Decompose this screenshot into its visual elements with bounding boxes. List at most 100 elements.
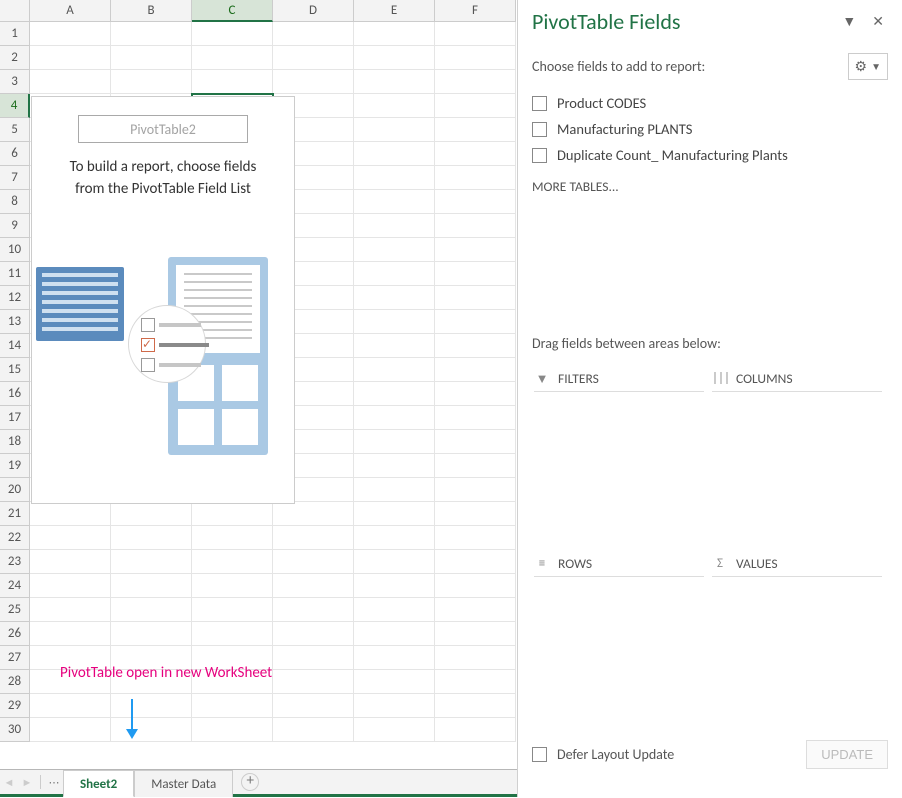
row-header-26[interactable]: 26 (0, 622, 30, 646)
row-header-24[interactable]: 24 (0, 574, 30, 598)
cell[interactable] (273, 502, 354, 526)
cell[interactable] (354, 574, 435, 598)
pivottable-placeholder[interactable]: PivotTable2 To build a report, choose fi… (31, 96, 295, 504)
cell[interactable] (111, 718, 192, 742)
row-header-9[interactable]: 9 (0, 214, 30, 238)
col-header-E[interactable]: E (354, 0, 435, 22)
cell[interactable] (435, 406, 516, 430)
cell[interactable] (354, 286, 435, 310)
cell[interactable] (354, 406, 435, 430)
cell[interactable] (354, 694, 435, 718)
update-button[interactable]: UPDATE (806, 740, 888, 769)
cell[interactable] (192, 502, 273, 526)
row-header-16[interactable]: 16 (0, 382, 30, 406)
col-header-D[interactable]: D (273, 0, 354, 22)
cell[interactable] (435, 190, 516, 214)
cell[interactable] (435, 574, 516, 598)
cell[interactable] (273, 622, 354, 646)
cell[interactable] (111, 622, 192, 646)
cell[interactable] (354, 358, 435, 382)
rows-area[interactable]: ≡ ROWS (532, 549, 710, 734)
cell[interactable] (435, 622, 516, 646)
row-header-8[interactable]: 8 (0, 190, 30, 214)
row-header-10[interactable]: 10 (0, 238, 30, 262)
checkbox-icon[interactable] (532, 122, 547, 137)
row-header-4[interactable]: 4 (0, 94, 30, 118)
row-header-14[interactable]: 14 (0, 334, 30, 358)
cell[interactable] (273, 646, 354, 670)
cell[interactable] (192, 574, 273, 598)
cell[interactable] (354, 502, 435, 526)
col-header-C[interactable]: C (192, 0, 273, 22)
col-header-A[interactable]: A (30, 0, 111, 22)
cell[interactable] (111, 694, 192, 718)
cell[interactable] (435, 70, 516, 94)
row-header-27[interactable]: 27 (0, 646, 30, 670)
cell[interactable] (354, 526, 435, 550)
tab-scroll-first-icon[interactable]: ◄ (0, 776, 18, 789)
row-header-17[interactable]: 17 (0, 406, 30, 430)
cell[interactable] (111, 70, 192, 94)
row-header-15[interactable]: 15 (0, 358, 30, 382)
cell[interactable] (273, 718, 354, 742)
cell[interactable] (30, 622, 111, 646)
cell[interactable] (111, 574, 192, 598)
add-sheet-button[interactable]: + (241, 773, 259, 791)
cell[interactable] (30, 46, 111, 70)
cell[interactable] (435, 46, 516, 70)
field-duplicate-count[interactable]: Duplicate Count_ Manufacturing Plants (532, 146, 888, 164)
cell[interactable] (273, 22, 354, 46)
cell[interactable] (273, 574, 354, 598)
row-header-30[interactable]: 30 (0, 718, 30, 742)
cell[interactable] (273, 598, 354, 622)
row-header-13[interactable]: 13 (0, 310, 30, 334)
cell[interactable] (30, 574, 111, 598)
cell[interactable] (273, 46, 354, 70)
cell[interactable] (273, 70, 354, 94)
cell[interactable] (30, 22, 111, 46)
cell[interactable] (354, 622, 435, 646)
cell[interactable] (354, 718, 435, 742)
row-header-28[interactable]: 28 (0, 670, 30, 694)
cell[interactable] (192, 22, 273, 46)
checkbox-icon[interactable] (532, 148, 547, 163)
tab-scroll-prev-icon[interactable]: ► (18, 776, 36, 789)
tab-scroll-menu-icon[interactable]: ⋯ (45, 776, 63, 789)
cell[interactable] (354, 22, 435, 46)
cell[interactable] (435, 94, 516, 118)
cell[interactable] (354, 166, 435, 190)
cell[interactable] (435, 214, 516, 238)
row-header-22[interactable]: 22 (0, 526, 30, 550)
cell[interactable] (192, 526, 273, 550)
cell[interactable] (435, 718, 516, 742)
row-header-5[interactable]: 5 (0, 118, 30, 142)
cell[interactable] (273, 526, 354, 550)
field-list-options-button[interactable]: ⚙ ▼ (848, 53, 888, 80)
cell[interactable] (354, 334, 435, 358)
cell[interactable] (435, 694, 516, 718)
cell[interactable] (273, 694, 354, 718)
cell[interactable] (30, 70, 111, 94)
cell[interactable] (435, 142, 516, 166)
cell[interactable] (435, 670, 516, 694)
cell[interactable] (273, 550, 354, 574)
cell[interactable] (354, 190, 435, 214)
cell[interactable] (435, 598, 516, 622)
cell[interactable] (435, 286, 516, 310)
cell[interactable] (354, 94, 435, 118)
cell[interactable] (111, 526, 192, 550)
row-header-3[interactable]: 3 (0, 70, 30, 94)
values-area[interactable]: Σ VALUES (710, 549, 888, 734)
cell[interactable] (435, 358, 516, 382)
cell[interactable] (435, 478, 516, 502)
field-manufacturing-plants[interactable]: Manufacturing PLANTS (532, 120, 888, 138)
cell[interactable] (435, 334, 516, 358)
cell[interactable] (30, 694, 111, 718)
cell[interactable] (435, 646, 516, 670)
cell[interactable] (192, 598, 273, 622)
row-header-12[interactable]: 12 (0, 286, 30, 310)
cell[interactable] (30, 502, 111, 526)
cell[interactable] (192, 550, 273, 574)
cell[interactable] (354, 478, 435, 502)
cell[interactable] (192, 694, 273, 718)
